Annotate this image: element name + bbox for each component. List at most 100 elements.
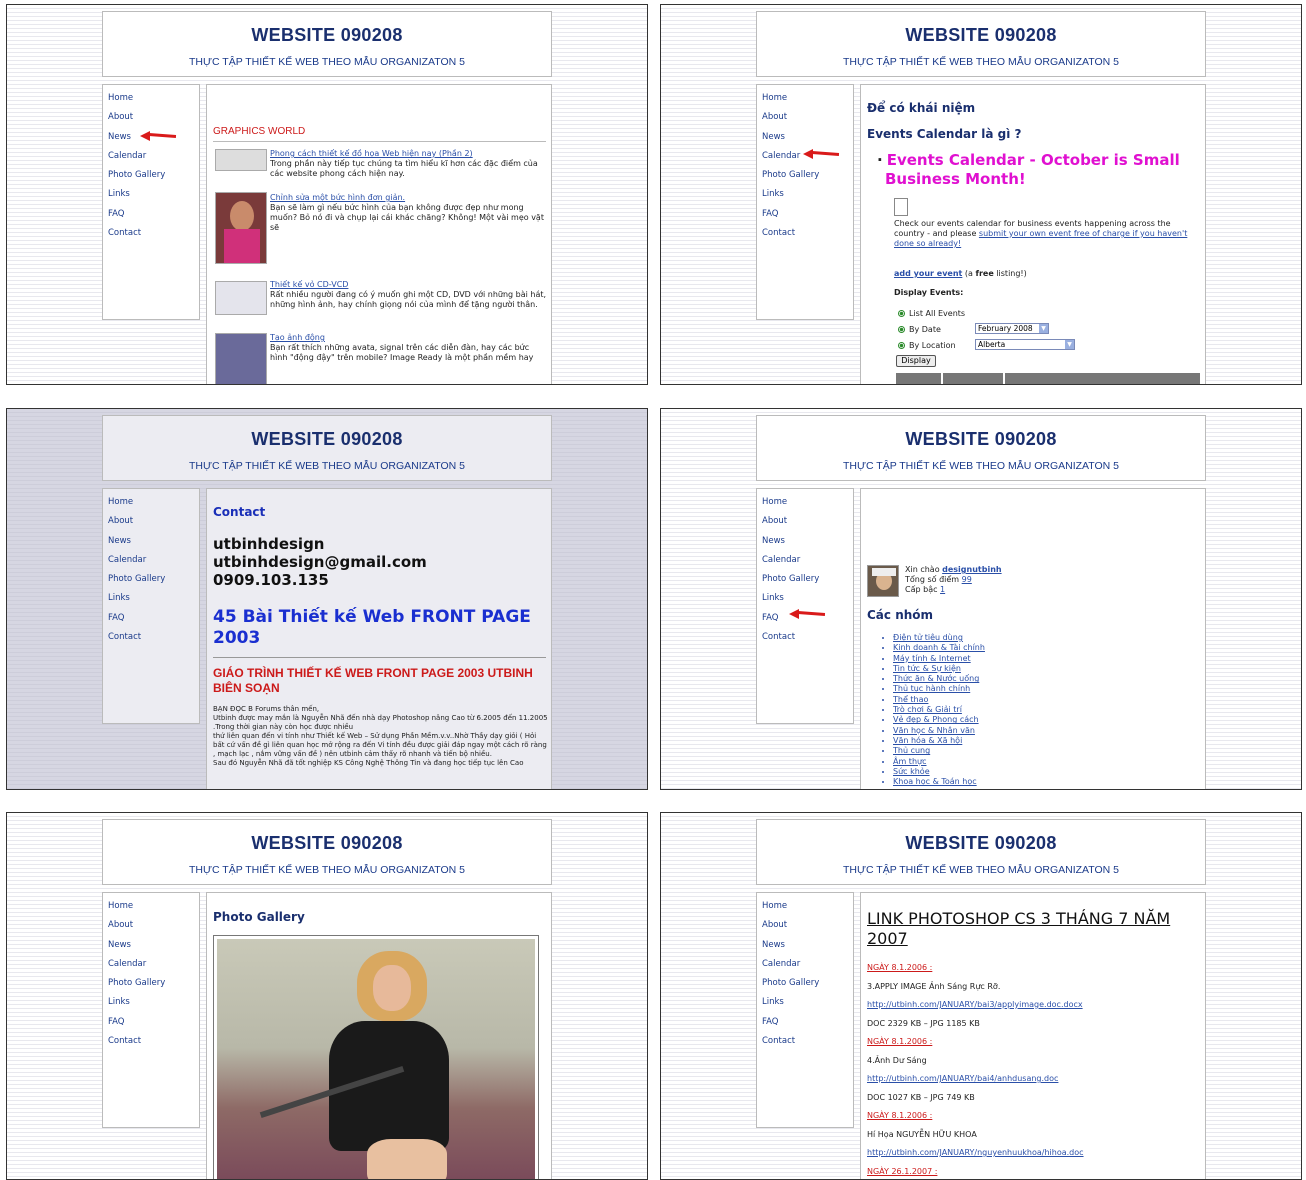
calendar-description: Check our events calendar for business e… [894,219,1188,248]
nav-home[interactable]: Home [103,897,199,916]
add-event-link[interactable]: add your event [894,269,962,278]
nav-photo-gallery[interactable]: Photo Gallery [757,166,853,185]
nav-about[interactable]: About [103,916,199,935]
nav-links[interactable]: Links [103,185,199,204]
nav-home[interactable]: Home [103,493,199,512]
display-button[interactable]: Display [896,355,936,367]
nav-news[interactable]: News [757,128,853,147]
nav-links[interactable]: Links [757,589,853,608]
news-link-1[interactable]: Phong cách thiết kế đồ họa Web hiện nay … [270,149,548,159]
nav-calendar[interactable]: Calendar [103,955,199,974]
nav-about[interactable]: About [757,512,853,531]
nav-calendar[interactable]: Calendar [757,955,853,974]
news-link-4[interactable]: Tạo ảnh động [270,333,548,343]
news-link-3[interactable]: Thiết kế vỏ CD-VCD [270,280,548,290]
option-by-date[interactable]: By Date [898,325,941,335]
site-header: WEBSITE 090208 THỰC TẬP THIẾT KẾ WEB THE… [102,11,552,77]
radio-icon[interactable] [898,310,905,317]
nav-contact[interactable]: Contact [757,1032,853,1051]
group-link[interactable]: Điện tử tiêu dùng [893,633,985,643]
news-thumb-2 [215,192,267,264]
gallery-photo[interactable] [213,935,539,1179]
option-by-location[interactable]: By Location [898,341,956,351]
nav-about[interactable]: About [757,108,853,127]
group-link[interactable]: Thủ tục hành chính [893,684,985,694]
news-text-1: Trong phần này tiếp tục chúng ta tìm hiể… [270,159,538,178]
nav-contact[interactable]: Contact [103,224,199,243]
group-link[interactable]: Máy tính & Internet [893,654,985,664]
nav-photo-gallery[interactable]: Photo Gallery [757,974,853,993]
level-link[interactable]: 1 [940,585,945,594]
nav-links[interactable]: Links [103,993,199,1012]
contact-email: utbinhdesign@gmail.com [213,553,427,571]
group-link[interactable]: Kinh doanh & Tài chính [893,643,985,653]
nav-photo-gallery[interactable]: Photo Gallery [103,570,199,589]
nav-news[interactable]: News [757,532,853,551]
nav-faq[interactable]: FAQ [103,1013,199,1032]
entry-url-link[interactable]: http://utbinh.com/JANUARY/bai3/applyimag… [867,996,1203,1015]
screenshot-gallery: WEBSITE 090208 THỰC TẬP THIẾT KẾ WEB THE… [6,812,648,1180]
radio-icon[interactable] [898,342,905,349]
nav-news[interactable]: News [103,532,199,551]
nav-faq[interactable]: FAQ [103,609,199,628]
option-list-all[interactable]: List All Events [898,309,965,319]
nav-home[interactable]: Home [757,89,853,108]
site-title: WEBSITE 090208 [251,833,403,853]
nav-contact[interactable]: Contact [757,628,853,647]
group-link[interactable]: Văn học & Nhân văn [893,726,985,736]
nav-links[interactable]: Links [103,589,199,608]
main-content: LINK PHOTOSHOP CS 3 THÁNG 7 NĂM 2007 NGÀ… [860,892,1206,1179]
group-link[interactable]: Thức ăn & Nước uống [893,674,985,684]
entry-size: DOC 1027 KB – JPG 749 KB [867,1092,975,1102]
nav-contact[interactable]: Contact [103,628,199,647]
add-event-line: add your event (a free listing!) [894,269,1027,278]
group-link[interactable]: Thủ cung [893,746,985,756]
group-link[interactable]: Khoa học & Toán học [893,777,985,787]
group-link[interactable]: Tin tức & Sự kiện [893,664,985,674]
group-link[interactable]: Vẻ đẹp & Phong cách [893,715,985,725]
calendar-image-placeholder [894,198,908,216]
news-link-2[interactable]: Chỉnh sửa một bức hình đơn giản. [270,193,548,203]
nav-links[interactable]: Links [757,993,853,1012]
entry-url-link[interactable]: http://utbinh.com/JANUARY/nguyenhuukhoa/… [867,1144,1203,1163]
nav-menu: Home About News Calendar Photo Gallery L… [756,488,854,724]
nav-calendar[interactable]: Calendar [103,551,199,570]
location-select[interactable]: Alberta ▼ [975,339,1075,350]
nav-about[interactable]: About [103,512,199,531]
display-events-label: Display Events: [894,288,964,297]
nav-home[interactable]: Home [757,493,853,512]
news-item-3: Thiết kế vỏ CD-VCD Rất nhiều người đang … [270,280,548,310]
group-link[interactable]: Thể thao [893,695,985,705]
username-link[interactable]: designutbinh [942,565,1001,574]
nav-news[interactable]: News [103,936,199,955]
main-content: Xin chào designutbinh Tổng số điểm 99 Cấ… [860,488,1206,789]
entry-url-link[interactable]: http://utbinh.com/JANUARY/bai4/anhdusang… [867,1070,1203,1089]
group-link[interactable]: Trò chơi & Giải trí [893,705,985,715]
points-link[interactable]: 99 [962,575,972,584]
nav-about[interactable]: About [103,108,199,127]
contact-red-title: GIÁO TRÌNH THIẾT KẾ WEB FRONT PAGE 2003 … [213,666,533,695]
nav-links[interactable]: Links [757,185,853,204]
nav-home[interactable]: Home [757,897,853,916]
nav-contact[interactable]: Contact [103,1032,199,1051]
nav-faq[interactable]: FAQ [103,205,199,224]
nav-contact[interactable]: Contact [757,224,853,243]
nav-faq[interactable]: FAQ [757,1013,853,1032]
nav-faq[interactable]: FAQ [757,205,853,224]
nav-news[interactable]: News [757,936,853,955]
nav-photo-gallery[interactable]: Photo Gallery [757,570,853,589]
site-subtitle: THỰC TẬP THIẾT KẾ WEB THEO MẪU ORGANIZAT… [189,460,465,472]
group-link[interactable]: Âm thực [893,757,985,767]
nav-photo-gallery[interactable]: Photo Gallery [103,974,199,993]
nav-home[interactable]: Home [103,89,199,108]
nav-calendar[interactable]: Calendar [757,551,853,570]
nav-about[interactable]: About [757,916,853,935]
nav-photo-gallery[interactable]: Photo Gallery [103,166,199,185]
date-select[interactable]: February 2008 ▼ [975,323,1049,334]
group-link[interactable]: Văn hóa & Xã hội [893,736,985,746]
radio-icon[interactable] [898,326,905,333]
group-link[interactable]: Sức khỏe [893,767,985,777]
nav-menu: Home About News Calendar Photo Gallery L… [756,84,854,320]
nav-calendar[interactable]: Calendar [103,147,199,166]
entry-date: NGÀY 8.1.2006 : [867,963,933,972]
